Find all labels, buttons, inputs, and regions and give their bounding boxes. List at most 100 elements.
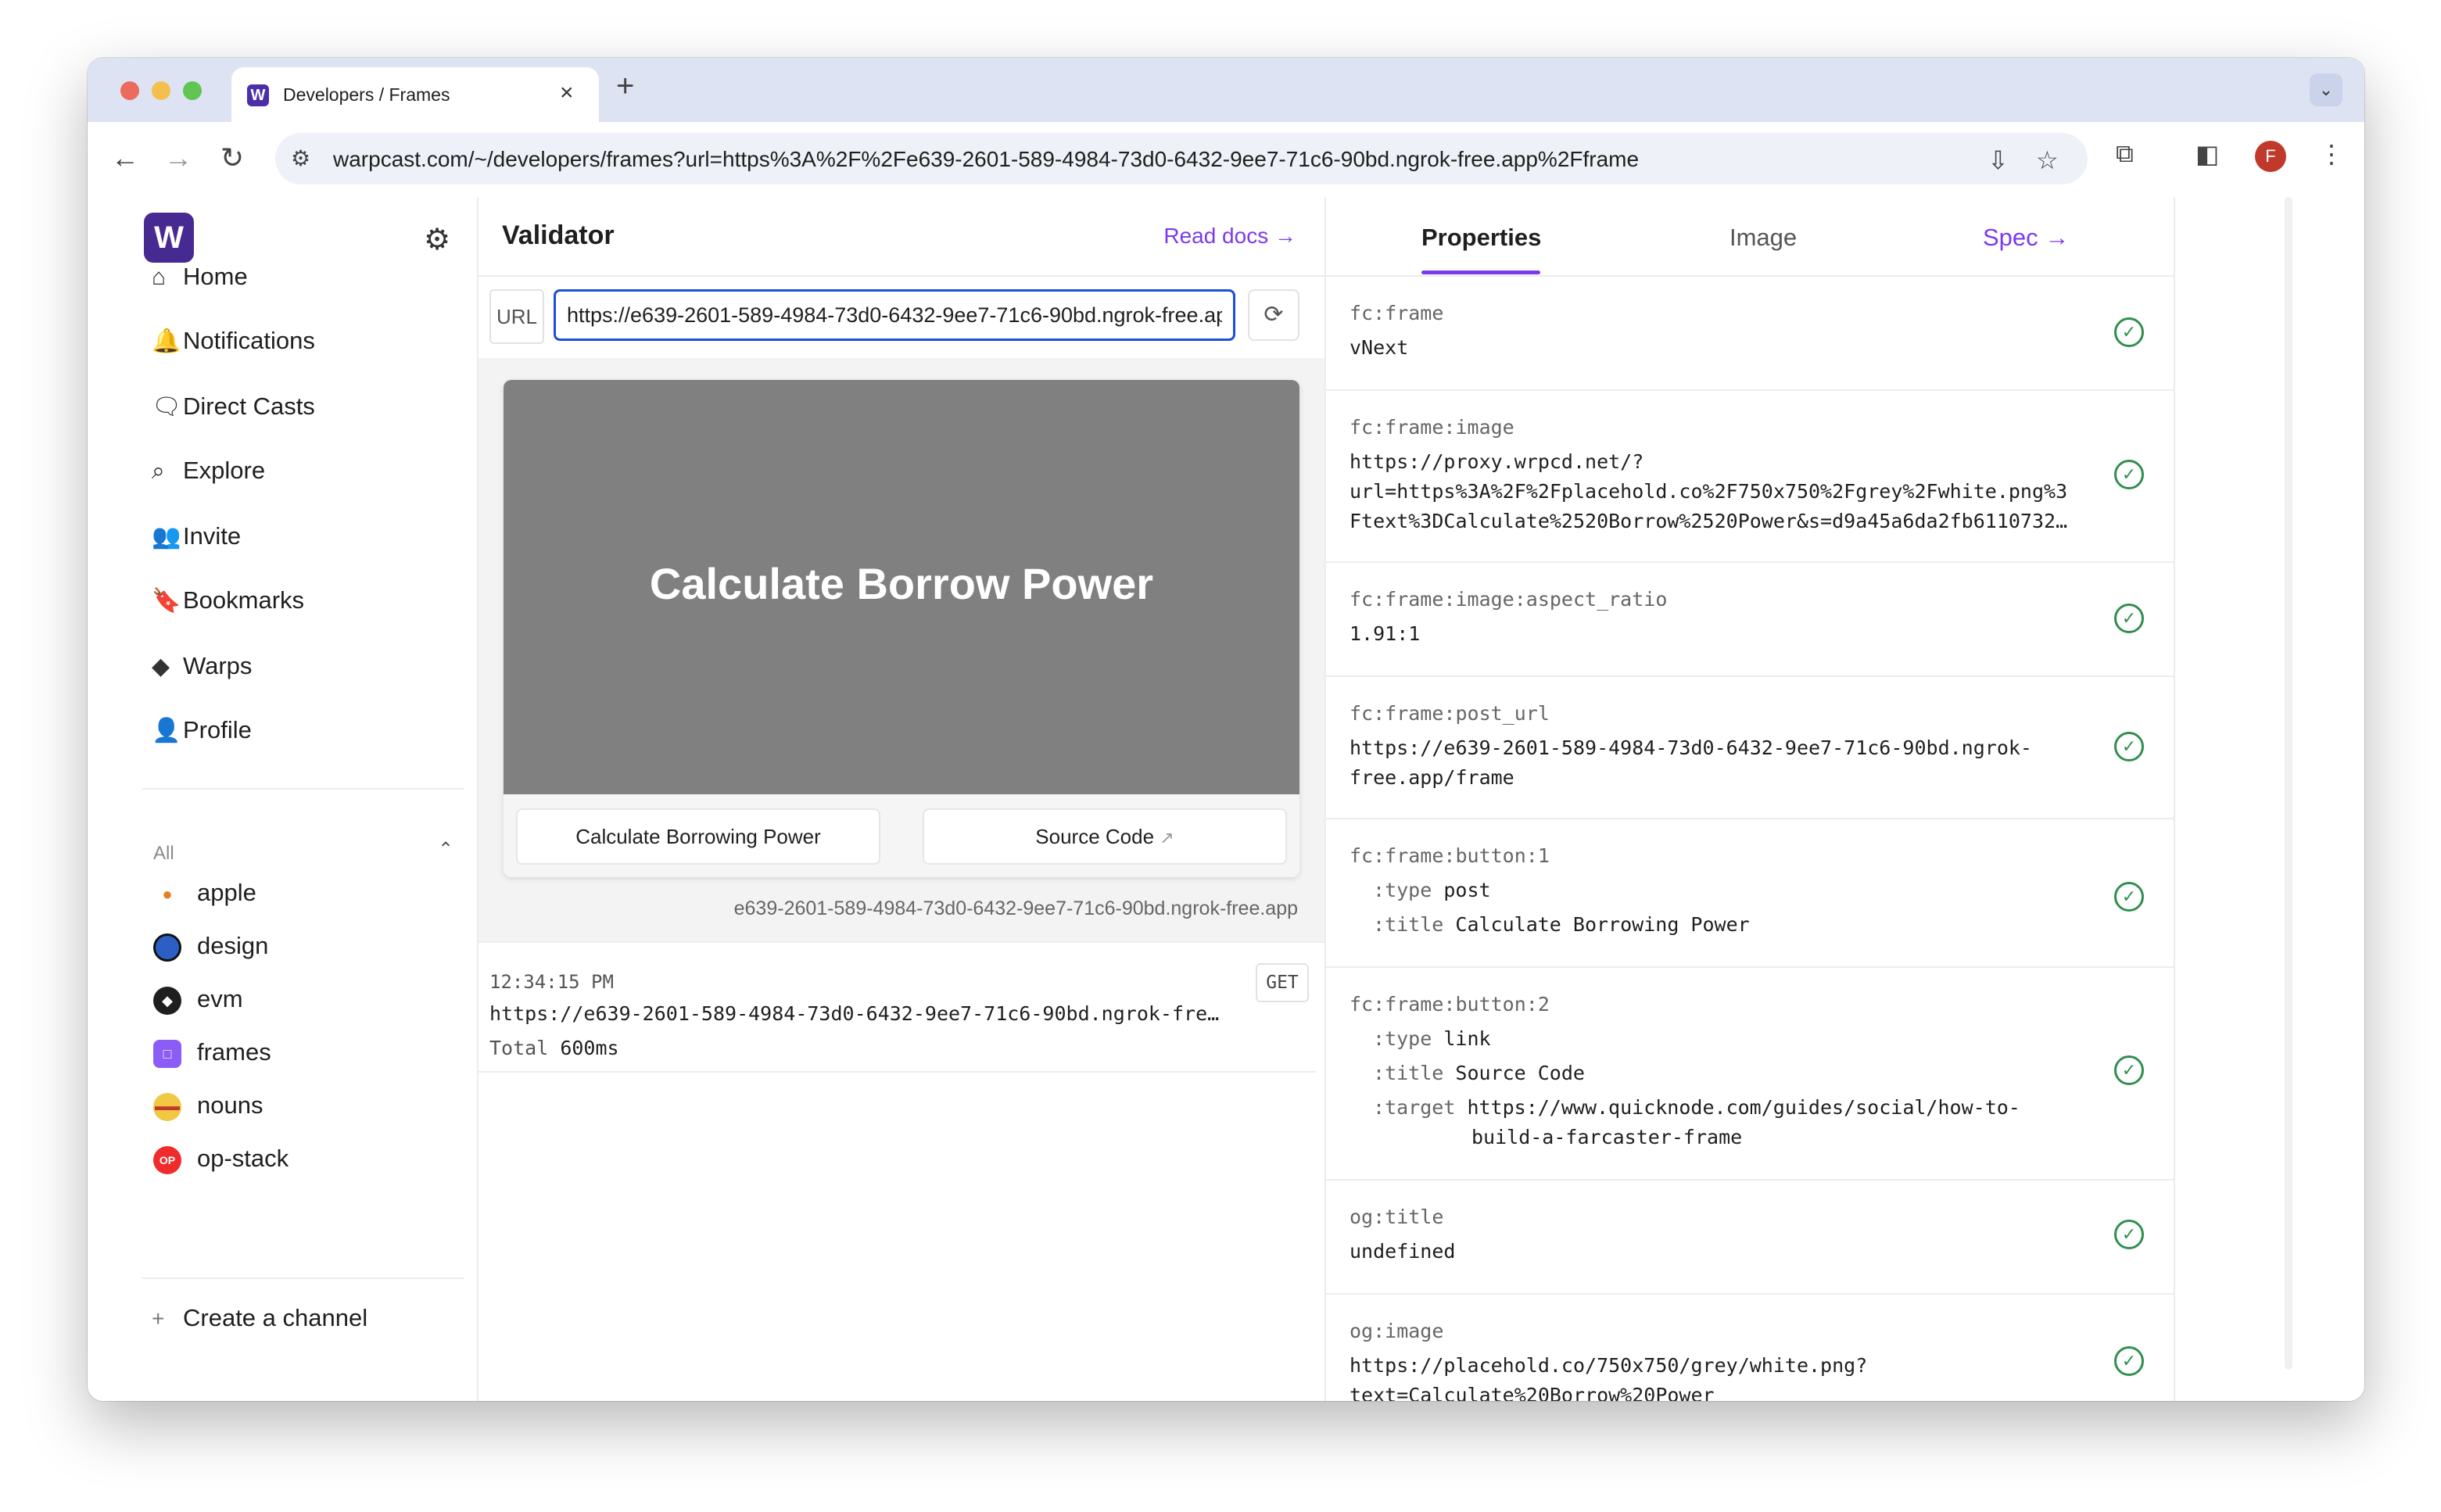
plus-icon: + (152, 1306, 165, 1331)
create-channel-button[interactable]: + Create a channel (152, 1304, 367, 1332)
sub-key: type (1385, 1027, 1432, 1050)
tab-spec[interactable]: Spec → (1983, 224, 2069, 252)
channel-item-evm[interactable]: ◆ evm (153, 985, 243, 1015)
property-key: og:image (1350, 1320, 1444, 1342)
refresh-icon[interactable]: ⟳ (1248, 289, 1299, 341)
sidebar-item-home[interactable]: ⌂ Home (152, 263, 248, 302)
check-circle-icon: ✓ (2114, 460, 2144, 489)
chevron-up-icon[interactable]: ⌃ (438, 838, 453, 861)
tab-search-chevron-icon[interactable]: ⌄ (2310, 73, 2342, 106)
channel-item-design[interactable]: design (153, 932, 268, 962)
browser-tab-active[interactable]: W Developers / Frames × (231, 67, 599, 122)
tab-strip: W Developers / Frames × + ⌄ (88, 58, 2364, 122)
property-row: fc:frame vNext ✓ (1326, 277, 2174, 391)
profile-avatar[interactable]: F (2255, 141, 2286, 172)
sidebar-item-explore[interactable]: ⌕ Explore (152, 457, 265, 496)
sidebar-item-notifications[interactable]: 🔔Notifications (152, 327, 315, 366)
property-sub-continuation: build-a-farcaster-frame (1471, 1126, 1743, 1148)
chat-icon: 🗨 (152, 394, 182, 420)
channel-item-op-stack[interactable]: OP op-stack (153, 1145, 289, 1174)
sidebar-item-label: Profile (183, 716, 252, 743)
sidebar-item-direct-casts[interactable]: 🗨Direct Casts (152, 392, 315, 432)
check-circle-icon: ✓ (2114, 1055, 2144, 1085)
gear-icon[interactable]: ⚙ (424, 222, 450, 257)
channel-item-apple[interactable]: ● apple (153, 879, 256, 908)
log-divider (479, 1071, 1315, 1073)
log-total-label: Total (489, 1037, 549, 1059)
property-value-line: text=Calculate%20Borrow%20Power (1350, 1384, 1715, 1401)
tab-close-icon[interactable]: × (560, 80, 574, 106)
bookmark-star-icon[interactable]: ☆ (2036, 145, 2059, 175)
channel-item-nouns[interactable]: ▬▬ nouns (153, 1091, 263, 1121)
properties-panel: Properties Image Spec → fc:frame vNext ✓… (1326, 197, 2175, 1401)
page-title: Validator (502, 220, 615, 250)
tab-spec-label: Spec (1983, 224, 2038, 251)
channel-label: evm (197, 985, 243, 1012)
extensions-puzzle-icon[interactable]: ⧉ (2116, 139, 2134, 169)
browser-window: W Developers / Frames × + ⌄ ← → ↻ ⚙ warp… (88, 58, 2364, 1401)
frame-card: Calculate Borrow Power Calculate Borrowi… (504, 380, 1299, 877)
sub-value: post (1443, 879, 1491, 901)
page-scrollbar[interactable] (2285, 197, 2292, 1370)
tab-properties[interactable]: Properties (1421, 224, 1541, 252)
frame-button-1[interactable]: Calculate Borrowing Power (516, 808, 880, 865)
browser-toolbar: ← → ↻ ⚙ warpcast.com/~/developers/frames… (88, 122, 2364, 199)
frame-button-2-label: Source Code (1035, 825, 1155, 848)
reload-icon[interactable]: ↻ (220, 141, 244, 175)
property-value: vNext (1350, 336, 1409, 359)
optimism-icon: OP (153, 1145, 181, 1174)
install-app-icon[interactable]: ⇩ (1988, 145, 2009, 175)
sidebar-item-label: Direct Casts (183, 392, 315, 420)
property-sub: :target https://www.quicknode.com/guides… (1373, 1096, 2020, 1119)
sub-key: title (1385, 1062, 1444, 1084)
property-row: fc:frame:button:2 :type link :title Sour… (1326, 968, 2174, 1181)
active-tab-indicator (1421, 271, 1540, 274)
property-key: fc:frame (1350, 302, 1444, 324)
back-arrow-icon[interactable]: ← (111, 141, 139, 175)
channel-label: frames (197, 1038, 271, 1066)
property-key: fc:frame:post_url (1350, 702, 1550, 725)
property-sub: :type link (1373, 1027, 1491, 1050)
create-channel-label: Create a channel (183, 1304, 368, 1331)
property-row: og:title undefined ✓ (1326, 1181, 2174, 1295)
read-docs-link[interactable]: Read docs → (1163, 224, 1296, 249)
minimize-window-button[interactable] (152, 81, 170, 100)
arrow-right-icon: → (2045, 224, 2070, 251)
sidebar-item-profile[interactable]: 👤Profile (152, 716, 252, 755)
address-bar[interactable]: ⚙ warpcast.com/~/developers/frames?url=h… (275, 133, 2088, 185)
more-menu-icon[interactable]: ⋮ (2319, 139, 2344, 169)
sub-key: title (1385, 913, 1444, 936)
property-key: fc:frame:button:1 (1350, 844, 1550, 867)
frame-button-2[interactable]: Source Code ↗ (923, 808, 1287, 865)
channel-item-frames[interactable]: □ frames (153, 1038, 271, 1068)
sidebar-item-warps[interactable]: ◆ Warps (152, 652, 252, 691)
address-url[interactable]: warpcast.com/~/developers/frames?url=htt… (333, 147, 1639, 172)
maximize-window-button[interactable] (183, 81, 202, 100)
new-tab-icon[interactable]: + (616, 69, 634, 104)
apple-icon: ● (162, 883, 173, 904)
sub-value: Source Code (1455, 1062, 1585, 1084)
property-key: og:title (1350, 1206, 1444, 1228)
frames-channel-icon: □ (153, 1039, 181, 1068)
property-row: fc:frame:image:aspect_ratio 1.91:1 ✓ (1326, 563, 2174, 677)
warpcast-logo[interactable]: W (144, 213, 194, 263)
forward-arrow-icon[interactable]: → (164, 141, 192, 175)
check-circle-icon: ✓ (2114, 732, 2144, 761)
property-value-line: https://e639-2601-589-4984-73d0-6432-9ee… (1350, 736, 2032, 759)
external-link-icon: ↗ (1160, 828, 1174, 847)
property-value-line: url=https%3A%2F%2Fplacehold.co%2F750x750… (1350, 480, 2068, 503)
side-panel-icon[interactable]: ◧ (2195, 139, 2219, 169)
tab-image[interactable]: Image (1729, 224, 1797, 252)
sidebar-item-invite[interactable]: 👥Invite (152, 522, 241, 561)
search-icon: ⌕ (152, 458, 165, 484)
request-log-row[interactable]: 12:34:15 PM https://e639-2601-589-4984-7… (479, 941, 1324, 1073)
sidebar-item-label: Bookmarks (183, 586, 305, 614)
validator-panel: Validator Read docs → URL ⟳ Calculate Bo… (479, 197, 1326, 1401)
sidebar-item-bookmarks[interactable]: 🔖Bookmarks (152, 586, 304, 625)
properties-tabs: Properties Image Spec → (1326, 197, 2174, 277)
bookmark-icon: 🔖 (152, 588, 181, 614)
property-sub: :title Source Code (1373, 1062, 1585, 1084)
close-window-button[interactable] (120, 81, 139, 100)
frame-url-input[interactable] (554, 289, 1235, 341)
site-settings-icon[interactable]: ⚙ (291, 145, 310, 171)
